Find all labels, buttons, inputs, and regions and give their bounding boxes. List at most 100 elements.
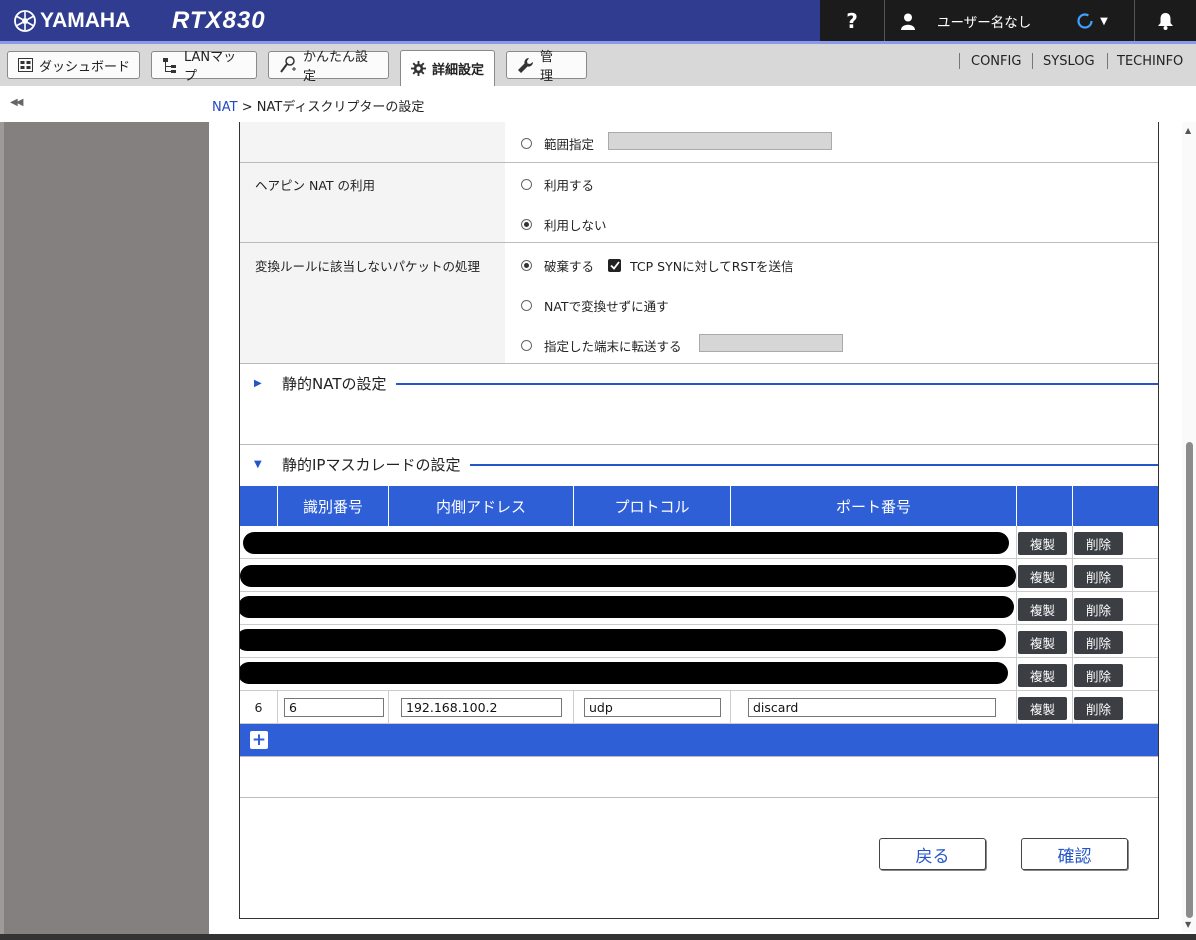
forward-host-input[interactable] [699, 334, 843, 352]
notification-button[interactable] [1135, 0, 1196, 42]
range-input[interactable] [608, 132, 832, 150]
copy-button[interactable]: 複製 [1018, 598, 1067, 621]
row-number: 6 [254, 700, 263, 715]
column-header-empty [1016, 486, 1072, 526]
gear-icon [411, 61, 426, 76]
section-title: 静的IPマスカレードの設定 [282, 455, 461, 474]
wand-icon [279, 56, 297, 74]
column-header: 内側アドレス [388, 486, 573, 526]
protocol-input[interactable]: udp [584, 698, 721, 717]
checkmark-icon [609, 261, 620, 270]
user-menu[interactable]: ユーザー名なし [885, 0, 1060, 42]
tab-advanced-settings[interactable]: 詳細設定 [400, 50, 495, 86]
add-row-button[interactable]: + [250, 731, 268, 749]
delete-button[interactable]: 削除 [1074, 532, 1123, 555]
nomatch-label: 変換ルールに該当しないパケットの処理 [255, 259, 481, 274]
delete-button[interactable]: 削除 [1074, 697, 1123, 720]
tab-dashboard[interactable]: ダッシュボード [7, 51, 140, 79]
tab-label: かんたん設定 [303, 50, 369, 84]
hairpin-nouse-option[interactable]: 利用しない [521, 215, 607, 234]
window-bottom-edge [0, 934, 1196, 940]
divider [1107, 53, 1108, 69]
radio-hairpin-use[interactable] [521, 179, 532, 190]
scroll-down-icon[interactable]: ▼ [1185, 920, 1191, 929]
radio-pass[interactable] [521, 300, 532, 311]
section-rule [470, 464, 1158, 466]
tab-label: 詳細設定 [432, 63, 485, 78]
breadcrumb-bar: ◀◀ NAT > NATディスクリプターの設定 [0, 86, 1196, 122]
settings-content: 範囲指定 ヘアピン NAT の利用 利用する 利用しない 変換ルールに該当しない… [239, 122, 1159, 919]
help-button[interactable]: ? [820, 0, 884, 42]
option-label: 指定した端末に転送する [544, 339, 682, 354]
divider [1032, 53, 1033, 69]
hairpin-use-option[interactable]: 利用する [521, 175, 594, 194]
config-link[interactable]: CONFIG [971, 54, 1021, 69]
back-button[interactable]: 戻る [879, 838, 986, 870]
id-input[interactable]: 6 [284, 698, 384, 717]
inner-address-input[interactable]: 192.168.100.2 [401, 698, 562, 717]
radio-range[interactable] [521, 138, 532, 149]
delete-button[interactable]: 削除 [1074, 598, 1123, 621]
redaction-mark [240, 629, 1006, 651]
syslog-link[interactable]: SYSLOG [1043, 54, 1095, 69]
techinfo-link[interactable]: TECHINFO [1117, 54, 1183, 69]
tab-easy-setup[interactable]: かんたん設定 [268, 50, 389, 84]
user-name: ユーザー名なし [937, 15, 1032, 31]
sidebar-panel [0, 122, 209, 940]
copy-button[interactable]: 複製 [1018, 664, 1067, 687]
column-header-empty [1072, 486, 1158, 526]
table-header: 識別番号 内側アドレス プロトコル ポート番号 [240, 486, 1158, 526]
copy-button[interactable]: 複製 [1018, 631, 1067, 654]
delete-button[interactable]: 削除 [1074, 565, 1123, 588]
option-label: 破棄する [544, 259, 595, 274]
rst-checkbox[interactable] [608, 259, 622, 272]
nomatch-discard-option[interactable]: 破棄する TCP SYNに対してRSTを送信 [521, 256, 793, 275]
tab-management[interactable]: 管 理 [506, 50, 587, 84]
table-row: 複製 削除 [240, 559, 1158, 592]
copy-button[interactable]: 複製 [1018, 532, 1067, 555]
section-rule [396, 383, 1158, 385]
copy-button[interactable]: 複製 [1018, 697, 1067, 720]
nomatch-forward-option[interactable]: 指定した端末に転送する [521, 336, 682, 355]
range-option[interactable]: 範囲指定 [521, 134, 594, 153]
tab-label: ダッシュボード [39, 59, 131, 75]
delete-button[interactable]: 削除 [1074, 631, 1123, 654]
status-dropdown[interactable]: ▼ [1060, 0, 1124, 42]
collapse-sidebar-icon[interactable]: ◀◀ [10, 97, 23, 108]
tab-label: LANマップ [184, 50, 237, 84]
static-masquerade-section-header[interactable]: ▼ 静的IPマスカレードの設定 [240, 445, 1158, 483]
hairpin-label-cell: ヘアピン NAT の利用 [240, 163, 505, 242]
network-tree-icon [162, 57, 178, 74]
port-input[interactable]: discard [748, 698, 996, 717]
nomatch-pass-option[interactable]: NATで変換せずに通す [521, 296, 669, 315]
confirm-button[interactable]: 確認 [1021, 838, 1128, 870]
delete-button[interactable]: 削除 [1074, 664, 1123, 687]
collapse-arrow-icon[interactable]: ▼ [254, 459, 266, 470]
plus-icon: + [251, 729, 267, 750]
chevron-down-icon: ▼ [1100, 15, 1108, 27]
radio-discard[interactable] [521, 260, 532, 271]
bell-icon [1158, 13, 1173, 30]
copy-button[interactable]: 複製 [1018, 565, 1067, 588]
page-scrollbar[interactable]: ▲ ▼ [1182, 122, 1196, 932]
header-utility-area: ? ユーザー名なし ▼ [820, 0, 1196, 42]
section-title: 静的NATの設定 [282, 374, 387, 393]
sidebar-edge [0, 122, 4, 940]
nomatch-label-cell: 変換ルールに該当しないパケットの処理 [240, 243, 505, 363]
table-row: 複製 削除 [240, 526, 1158, 559]
radio-forward[interactable] [521, 340, 532, 351]
breadcrumb-link-nat[interactable]: NAT [212, 100, 238, 115]
tab-lan-map[interactable]: LANマップ [151, 50, 257, 84]
wrench-icon [517, 57, 534, 74]
breadcrumb: NAT > NATディスクリプターの設定 [212, 96, 424, 115]
static-nat-section-header[interactable]: ▶ 静的NATの設定 [240, 364, 1158, 402]
scroll-up-icon[interactable]: ▲ [1185, 126, 1191, 135]
scrollbar-thumb[interactable] [1186, 442, 1193, 918]
model-name: RTX830 [172, 7, 266, 34]
tab-label: 管 理 [540, 50, 567, 84]
option-label: 利用しない [544, 218, 607, 233]
expand-arrow-icon[interactable]: ▶ [254, 378, 266, 389]
divider [959, 53, 960, 69]
radio-hairpin-nouse[interactable] [521, 219, 532, 230]
table-row: 6 6 192.168.100.2 udp discard 複製 削除 [240, 691, 1158, 724]
